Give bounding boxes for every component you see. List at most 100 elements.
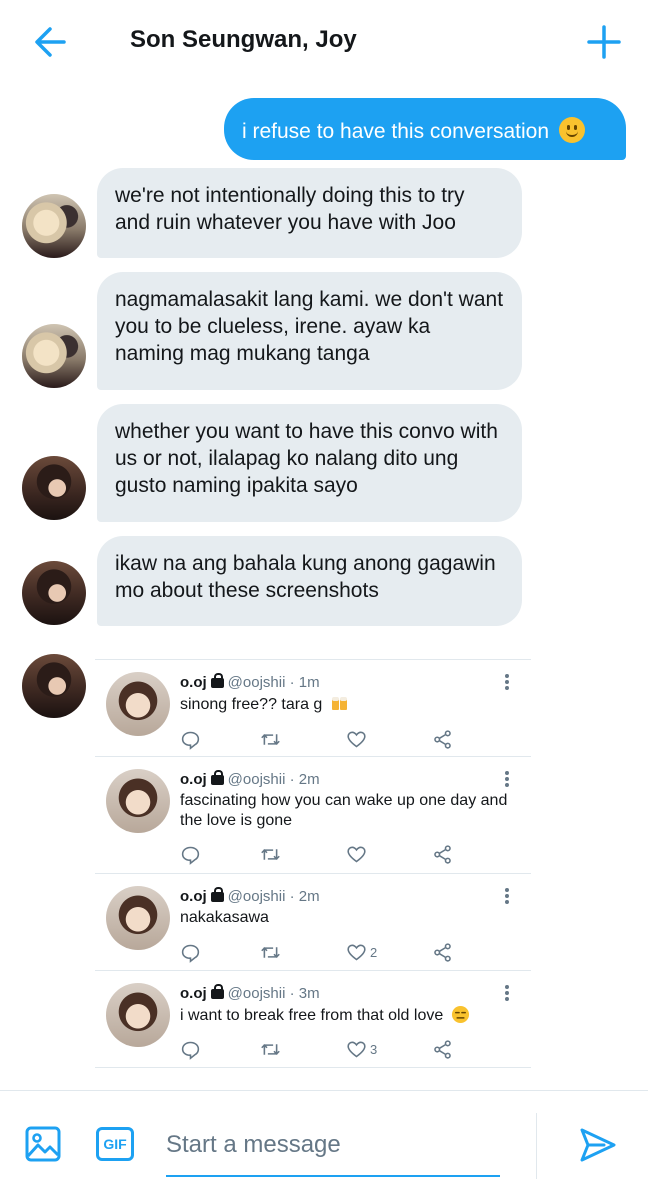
more-options-icon[interactable] xyxy=(505,888,509,904)
lock-icon xyxy=(210,984,224,999)
avatar[interactable] xyxy=(106,886,170,950)
tweet-header: o.oj @oojshii · 3m xyxy=(180,984,320,1002)
tweet-actions xyxy=(180,843,460,865)
reply-icon xyxy=(181,944,200,963)
tweet-actions xyxy=(180,728,460,750)
avatar[interactable] xyxy=(22,654,86,718)
tweet-author-name: o.oj xyxy=(180,674,207,691)
like-button[interactable]: 3 xyxy=(346,1038,377,1060)
tweet-text: i want to break free from that old love xyxy=(180,1005,470,1026)
back-arrow-icon[interactable] xyxy=(30,22,70,62)
lock-icon xyxy=(210,770,224,785)
like-button[interactable] xyxy=(346,728,370,750)
more-options-icon[interactable] xyxy=(505,771,509,787)
tweet-author-name: o.oj xyxy=(180,888,207,905)
more-options-icon[interactable] xyxy=(505,985,509,1001)
retweet-button[interactable] xyxy=(260,843,281,865)
retweet-button[interactable] xyxy=(260,1038,281,1060)
send-icon[interactable] xyxy=(578,1125,618,1165)
like-count: 2 xyxy=(370,944,378,960)
heart-icon xyxy=(347,846,366,862)
tweet[interactable]: o.oj @oojshii · 3m i want to break free f… xyxy=(95,970,531,1068)
tweet-text-content: sinong free?? tara g xyxy=(180,696,323,713)
retweet-button[interactable] xyxy=(260,941,281,963)
heart-icon xyxy=(347,944,366,960)
tweet-handle: @oojshii xyxy=(227,771,286,788)
heart-icon xyxy=(347,731,366,747)
avatar[interactable] xyxy=(22,194,86,258)
tweet-actions: 3 xyxy=(180,1038,460,1060)
received-message-text: we're not intentionally doing this to tr… xyxy=(115,184,465,234)
share-button[interactable] xyxy=(432,941,453,963)
tweet[interactable]: o.oj @oojshii · 2m fascinating how you ca… xyxy=(95,756,531,873)
avatar[interactable] xyxy=(106,983,170,1047)
tweet-header: o.oj @oojshii · 1m xyxy=(180,673,320,691)
message-composer: GIF xyxy=(0,1090,648,1200)
reply-icon xyxy=(181,731,200,750)
beer-mugs-emoji-icon xyxy=(331,697,347,710)
received-message-text: whether you want to have this convo with… xyxy=(115,420,498,497)
tweet-text-content: i want to break free from that old love xyxy=(180,1007,444,1024)
expressionless-face-emoji-icon xyxy=(451,1005,469,1024)
share-icon xyxy=(434,844,451,864)
like-button[interactable] xyxy=(346,843,370,865)
tweet-time: · 2m xyxy=(289,888,320,905)
received-message-bubble[interactable]: we're not intentionally doing this to tr… xyxy=(97,168,522,258)
share-icon xyxy=(434,729,451,749)
retweet-icon xyxy=(261,733,280,745)
tweet-text: fascinating how you can wake up one day … xyxy=(180,792,508,829)
reply-button[interactable] xyxy=(180,941,201,963)
tweet-header: o.oj @oojshii · 2m xyxy=(180,770,320,788)
tweet-header: o.oj @oojshii · 2m xyxy=(180,887,320,905)
share-icon xyxy=(434,942,451,962)
share-icon xyxy=(434,1039,451,1059)
tweet-text: sinong free?? tara g xyxy=(180,694,350,715)
reply-button[interactable] xyxy=(180,1038,201,1060)
tweet-time: · 1m xyxy=(289,674,320,691)
heart-icon xyxy=(347,1041,366,1057)
avatar[interactable] xyxy=(22,561,86,625)
sent-message-bubble[interactable]: i refuse to have this conversation xyxy=(224,98,626,160)
image-upload-icon[interactable] xyxy=(25,1126,61,1162)
tweet-actions: 2 xyxy=(180,941,460,963)
tweet-author-name: o.oj xyxy=(180,985,207,1002)
retweet-button[interactable] xyxy=(260,728,281,750)
conversation-header: Son Seungwan, Joy xyxy=(0,0,648,84)
sent-message-text: i refuse to have this conversation xyxy=(242,120,550,143)
tweet-time: · 2m xyxy=(289,771,320,788)
tweet-time: · 3m xyxy=(289,985,320,1002)
lock-icon xyxy=(210,887,224,902)
received-message-text: nagmamalasakit lang kami. we don't want … xyxy=(115,288,504,365)
gif-button[interactable]: GIF xyxy=(96,1127,134,1161)
share-button[interactable] xyxy=(432,843,453,865)
received-message-bubble[interactable]: whether you want to have this convo with… xyxy=(97,404,522,522)
shared-tweets-card: o.oj @oojshii · 1m sinong free?? tara g xyxy=(95,659,531,1068)
tweet[interactable]: o.oj @oojshii · 1m sinong free?? tara g xyxy=(95,659,531,756)
tweet[interactable]: o.oj @oojshii · 2m nakakasawa 2 xyxy=(95,873,531,970)
received-message-bubble[interactable]: nagmamalasakit lang kami. we don't want … xyxy=(97,272,522,390)
smiling-face-emoji-icon xyxy=(558,117,585,143)
retweet-icon xyxy=(261,1043,280,1055)
message-input[interactable] xyxy=(166,1125,501,1165)
more-options-icon[interactable] xyxy=(505,674,509,690)
add-participant-icon[interactable] xyxy=(584,22,624,62)
tweet-handle: @oojshii xyxy=(227,985,286,1002)
conversation-title: Son Seungwan, Joy xyxy=(130,26,357,53)
received-message-bubble[interactable]: ikaw na ang bahala kung anong gagawin mo… xyxy=(97,536,522,626)
tweet-text: nakakasawa xyxy=(180,909,269,926)
share-button[interactable] xyxy=(432,728,453,750)
avatar[interactable] xyxy=(106,769,170,833)
retweet-icon xyxy=(261,848,280,860)
like-button[interactable]: 2 xyxy=(346,941,377,963)
divider xyxy=(536,1113,537,1179)
retweet-icon xyxy=(261,946,280,958)
avatar[interactable] xyxy=(106,672,170,736)
avatar[interactable] xyxy=(22,456,86,520)
share-button[interactable] xyxy=(432,1038,453,1060)
reply-button[interactable] xyxy=(180,728,201,750)
received-message-text: ikaw na ang bahala kung anong gagawin mo… xyxy=(115,552,496,602)
like-count: 3 xyxy=(370,1041,378,1057)
tweet-handle: @oojshii xyxy=(227,888,286,905)
avatar[interactable] xyxy=(22,324,86,388)
reply-button[interactable] xyxy=(180,843,201,865)
